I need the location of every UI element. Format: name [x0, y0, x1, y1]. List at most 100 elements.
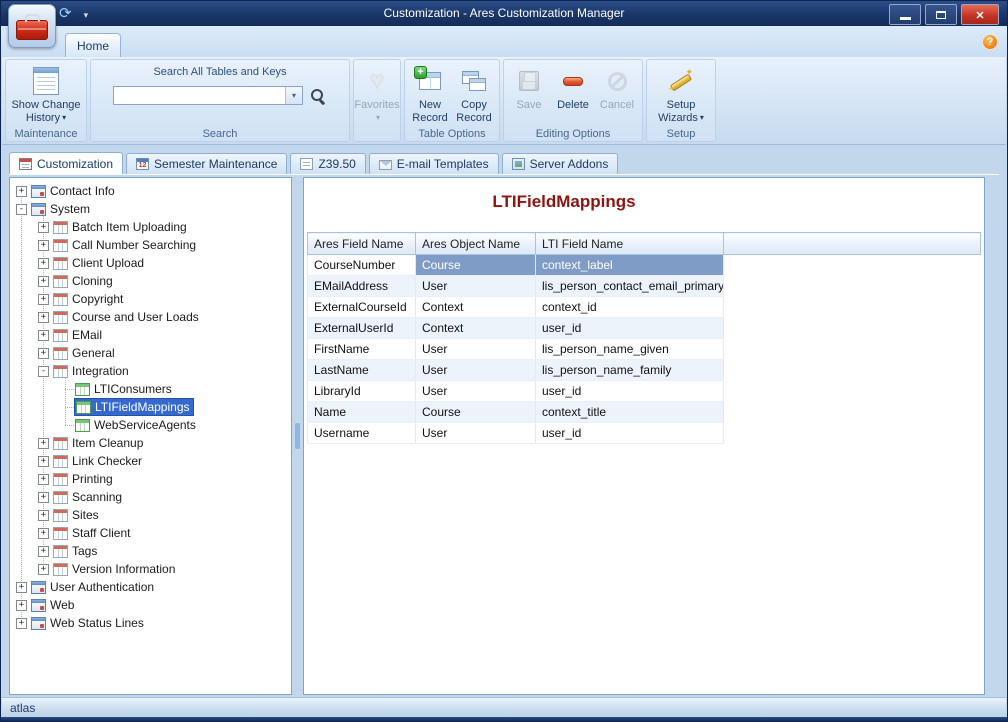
tree-item-cloning[interactable]: +Cloning [10, 272, 291, 290]
tree-item-call-number-searching[interactable]: +Call Number Searching [10, 236, 291, 254]
tab-customization[interactable]: Customization [9, 152, 123, 174]
combo-dropdown-icon[interactable] [285, 87, 302, 104]
tree-item-sites[interactable]: +Sites [10, 506, 291, 524]
tree-item-web-status-lines[interactable]: +Web Status Lines [10, 614, 291, 632]
table-cell[interactable]: lis_person_name_given [536, 339, 724, 360]
expand-toggle-icon[interactable]: + [16, 618, 27, 629]
tree-item-copyright[interactable]: +Copyright [10, 290, 291, 308]
setup-wizards-button[interactable]: Setup Wizards [650, 62, 712, 127]
tree-item-link-checker[interactable]: +Link Checker [10, 452, 291, 470]
table-cell[interactable]: CourseNumber [308, 255, 416, 276]
panel-splitter[interactable] [292, 177, 303, 695]
tree-item-staff-client[interactable]: +Staff Client [10, 524, 291, 542]
tree-item-email[interactable]: +EMail [10, 326, 291, 344]
expand-toggle-icon[interactable]: + [38, 222, 49, 233]
expand-toggle-icon[interactable]: + [38, 456, 49, 467]
quick-access-dropdown-icon[interactable] [84, 5, 89, 23]
tree-item-content[interactable]: LTIConsumers [74, 381, 175, 397]
tree-item-version-information[interactable]: +Version Information [10, 560, 291, 578]
tree-item-content[interactable]: Tags [52, 543, 100, 559]
tree-item-general[interactable]: +General [10, 344, 291, 362]
refresh-icon[interactable]: ⟳ [59, 6, 72, 21]
table-cell[interactable]: ExternalUserId [308, 318, 416, 339]
column-header-lti-field-name[interactable]: LTI Field Name [536, 233, 724, 255]
copy-record-button[interactable]: Copy Record [452, 62, 496, 127]
tree-item-scanning[interactable]: +Scanning [10, 488, 291, 506]
table-cell[interactable]: FirstName [308, 339, 416, 360]
table-cell[interactable]: Name [308, 402, 416, 423]
tree-item-ltifieldmappings[interactable]: LTIFieldMappings [10, 398, 291, 416]
tree-item-content[interactable]: Contact Info [30, 183, 118, 199]
expand-toggle-icon[interactable]: + [38, 564, 49, 575]
table-cell[interactable]: Username [308, 423, 416, 444]
expand-toggle-icon[interactable]: + [38, 528, 49, 539]
tree-item-content[interactable]: Version Information [52, 561, 178, 577]
collapse-toggle-icon[interactable]: - [38, 366, 49, 377]
tree-item-course-and-user-loads[interactable]: +Course and User Loads [10, 308, 291, 326]
tree-item-content[interactable]: Link Checker [52, 453, 145, 469]
favorites-button[interactable]: Favorites [355, 62, 399, 127]
search-input[interactable] [114, 87, 285, 104]
tree-item-item-cleanup[interactable]: +Item Cleanup [10, 434, 291, 452]
expand-toggle-icon[interactable]: + [38, 240, 49, 251]
tree-item-tags[interactable]: +Tags [10, 542, 291, 560]
expand-toggle-icon[interactable]: + [38, 258, 49, 269]
help-button[interactable] [982, 34, 998, 50]
tree-item-content[interactable]: System [30, 201, 93, 217]
table-cell[interactable]: context_id [536, 297, 724, 318]
tree-item-lticonsumers[interactable]: LTIConsumers [10, 380, 291, 398]
table-cell[interactable]: Context [416, 297, 536, 318]
table-cell[interactable]: user_id [536, 318, 724, 339]
search-icon[interactable] [309, 87, 327, 105]
expand-toggle-icon[interactable]: + [38, 348, 49, 359]
tree-item-content[interactable]: Course and User Loads [52, 309, 202, 325]
delete-button[interactable]: Delete [551, 62, 595, 114]
table-cell[interactable]: user_id [536, 381, 724, 402]
expand-toggle-icon[interactable]: + [38, 294, 49, 305]
tree-item-content[interactable]: Staff Client [52, 525, 133, 541]
tree-item-content[interactable]: WebServiceAgents [74, 417, 199, 433]
tree-item-content[interactable]: Sites [52, 507, 102, 523]
table-cell[interactable]: lis_person_name_family [536, 360, 724, 381]
tree-item-content[interactable]: Web [30, 597, 77, 613]
table-cell[interactable]: User [416, 360, 536, 381]
tab-z3950[interactable]: Z39.50 [290, 153, 365, 174]
tree-item-content[interactable]: Batch Item Uploading [52, 219, 190, 235]
column-header-ares-object-name[interactable]: Ares Object Name [416, 233, 536, 255]
table-cell[interactable]: Course [416, 402, 536, 423]
close-button[interactable] [961, 4, 999, 25]
table-cell[interactable]: lis_person_contact_email_primary [536, 276, 724, 297]
tree-item-content[interactable]: Copyright [52, 291, 126, 307]
save-button[interactable]: Save [507, 62, 551, 114]
title-bar[interactable]: ⟳ Customization - Ares Customization Man… [1, 1, 1007, 26]
table-cell[interactable]: User [416, 423, 536, 444]
tree-item-printing[interactable]: +Printing [10, 470, 291, 488]
tree-item-integration[interactable]: -Integration [10, 362, 291, 380]
table-cell[interactable]: EMailAddress [308, 276, 416, 297]
table-cell[interactable]: Context [416, 318, 536, 339]
tree-item-batch-item-uploading[interactable]: +Batch Item Uploading [10, 218, 291, 236]
column-header-ares-field-name[interactable]: Ares Field Name [308, 233, 416, 255]
tab-semester-maintenance[interactable]: 12 Semester Maintenance [126, 153, 287, 174]
expand-toggle-icon[interactable]: + [38, 492, 49, 503]
cancel-button[interactable]: Cancel [595, 62, 639, 114]
expand-toggle-icon[interactable]: + [16, 582, 27, 593]
expand-toggle-icon[interactable]: + [16, 186, 27, 197]
tree-item-content[interactable]: User Authentication [30, 579, 157, 595]
table-cell[interactable]: context_title [536, 402, 724, 423]
expand-toggle-icon[interactable]: + [38, 330, 49, 341]
application-menu-button[interactable] [8, 4, 56, 48]
tree-item-content[interactable]: Call Number Searching [52, 237, 199, 253]
tree-item-web[interactable]: +Web [10, 596, 291, 614]
tree-item-system[interactable]: -System [10, 200, 291, 218]
tree-item-contact-info[interactable]: +Contact Info [10, 182, 291, 200]
table-cell[interactable]: LastName [308, 360, 416, 381]
collapse-toggle-icon[interactable]: - [16, 204, 27, 215]
tree-item-content[interactable]: Integration [52, 363, 132, 379]
tab-server-addons[interactable]: Server Addons [502, 153, 619, 174]
table-cell[interactable]: User [416, 339, 536, 360]
tree-item-webserviceagents[interactable]: WebServiceAgents [10, 416, 291, 434]
expand-toggle-icon[interactable]: + [38, 510, 49, 521]
maximize-button[interactable] [925, 4, 957, 25]
new-record-button[interactable]: New Record [408, 62, 452, 127]
